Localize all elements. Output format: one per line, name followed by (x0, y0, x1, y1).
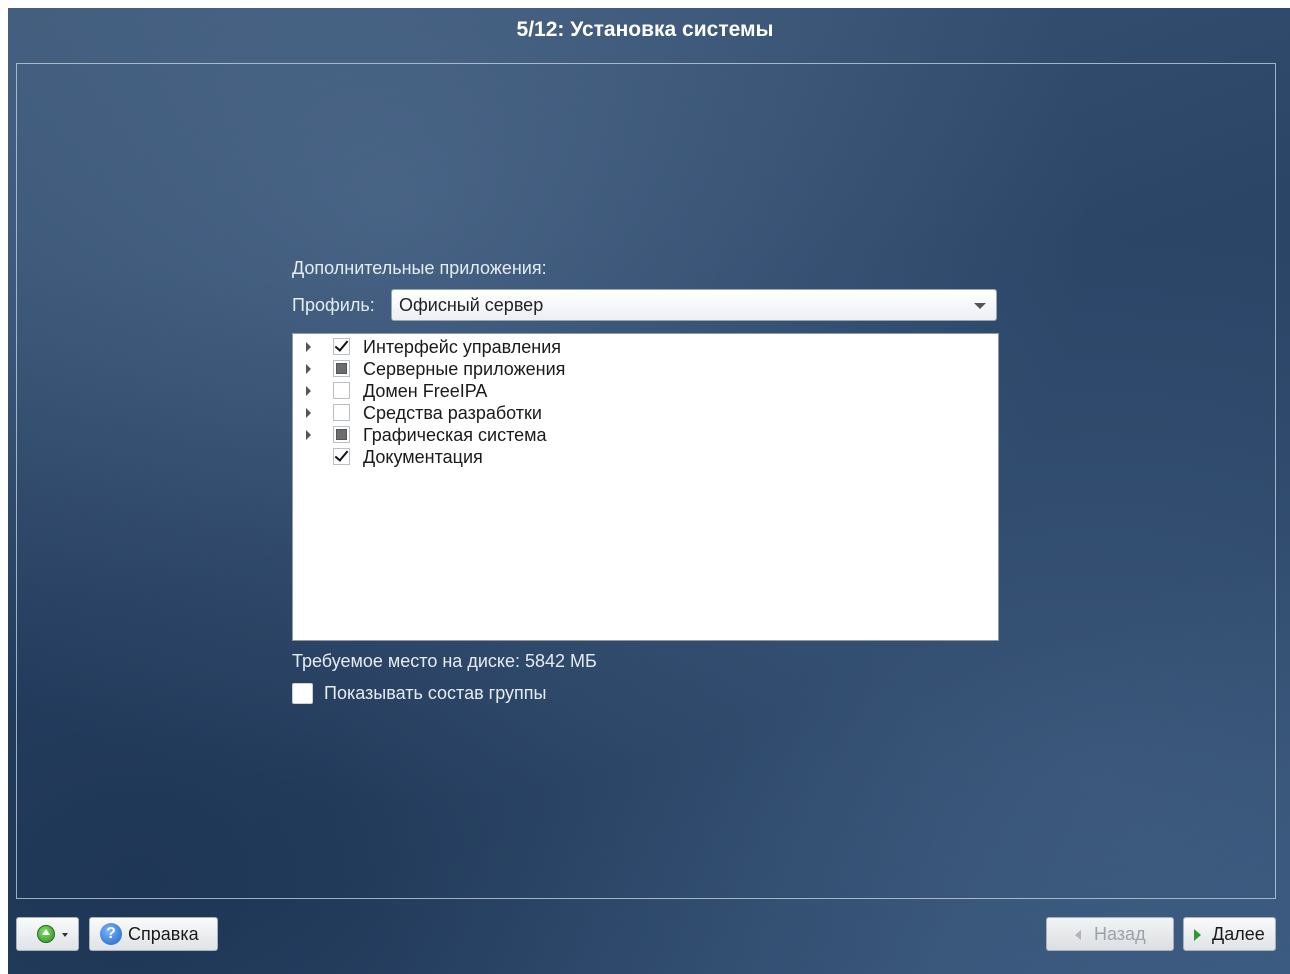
expand-arrow-icon[interactable] (306, 408, 311, 418)
menu-button[interactable] (16, 917, 79, 951)
green-up-arrow-icon (37, 925, 55, 943)
profile-select[interactable]: Офисный сервер (391, 289, 997, 321)
group-label: Графическая система (363, 425, 547, 445)
group-checkbox[interactable] (333, 338, 350, 355)
next-button[interactable]: Далее (1183, 917, 1276, 951)
group-label: Интерфейс управления (363, 337, 561, 357)
expand-arrow-icon[interactable] (306, 364, 311, 374)
tree-row[interactable]: Домен FreeIPA (293, 380, 998, 402)
profile-value: Офисный сервер (399, 295, 544, 315)
chevron-down-icon (974, 303, 986, 309)
tree-row[interactable]: Интерфейс управления (293, 336, 998, 358)
page-title: 5/12: Установка системы (516, 18, 774, 41)
chevron-right-icon (1194, 929, 1201, 941)
group-label: Средства разработки (363, 403, 542, 423)
chevron-left-icon (1075, 930, 1081, 940)
expand-arrow-icon[interactable] (306, 430, 311, 440)
group-checkbox[interactable] (333, 448, 350, 465)
disk-space-label: Требуемое место на диске: 5842 МБ (292, 651, 597, 671)
help-button[interactable]: ? Справка (89, 917, 218, 951)
group-checkbox[interactable] (333, 404, 350, 421)
next-label: Далее (1212, 924, 1265, 944)
show-group-label[interactable]: Показывать состав группы (324, 683, 546, 704)
group-checkbox[interactable] (333, 382, 350, 399)
group-label: Документация (363, 447, 483, 467)
show-group-checkbox[interactable] (292, 683, 313, 704)
groups-tree[interactable]: Интерфейс управления Серверные приложени… (292, 333, 999, 641)
tree-row[interactable]: Графическая система (293, 424, 998, 446)
expand-arrow-icon[interactable] (306, 386, 311, 396)
expand-arrow-icon[interactable] (306, 342, 311, 352)
group-checkbox[interactable] (333, 360, 350, 377)
tree-row[interactable]: Серверные приложения (293, 358, 998, 380)
back-label: Назад (1094, 924, 1146, 944)
group-label: Серверные приложения (363, 359, 566, 379)
question-icon: ? (100, 923, 122, 945)
section-label: Дополнительные приложения: (292, 258, 547, 278)
chevron-down-icon (62, 933, 68, 937)
profile-label: Профиль: (292, 295, 375, 315)
group-checkbox[interactable] (333, 426, 350, 443)
help-label: Справка (128, 924, 199, 944)
tree-row[interactable]: Документация (293, 446, 998, 468)
tree-row[interactable]: Средства разработки (293, 402, 998, 424)
group-label: Домен FreeIPA (363, 381, 488, 401)
back-button[interactable]: Назад (1046, 917, 1174, 951)
